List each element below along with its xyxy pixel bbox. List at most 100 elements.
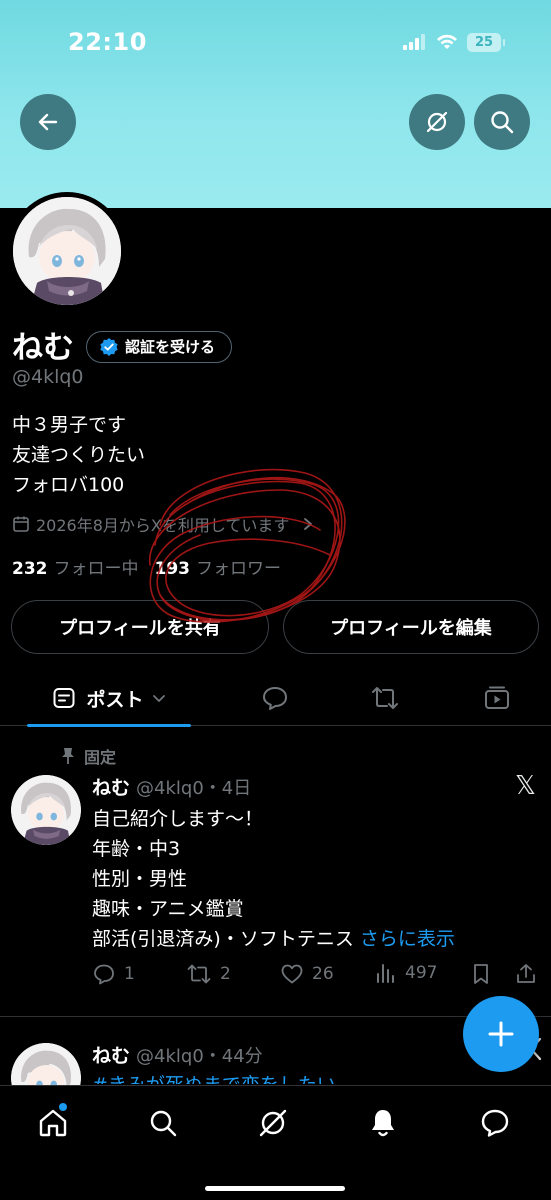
following-label: フォロー中 <box>53 559 139 579</box>
post-author-name[interactable]: ねむ <box>92 1041 130 1068</box>
repost-count: 2 <box>220 964 231 984</box>
post-line-text: 部活(引退済み)・ソフトテニス <box>92 928 354 950</box>
views-button[interactable]: 497 <box>375 962 437 984</box>
reply-count: 1 <box>124 964 135 984</box>
reply-bubble-icon <box>263 687 287 710</box>
share-button[interactable] <box>514 962 538 986</box>
posts-icon <box>53 688 75 708</box>
nav-messages[interactable] <box>475 1103 515 1143</box>
profile-bio: 中３男子です 友達つくりたい フォロバ100 <box>12 410 145 500</box>
show-more-link[interactable]: さらに表示 <box>360 928 455 950</box>
search-icon <box>491 111 514 134</box>
tab-posts[interactable]: ポスト <box>27 670 191 727</box>
following-count: 232 <box>12 559 48 579</box>
post-handle-time: @4klq0・4日 <box>136 778 252 799</box>
grok-button[interactable] <box>409 94 465 150</box>
post-hashtag[interactable]: #きみが死ぬまで恋をしたい <box>92 1070 336 1084</box>
post-handle-time: @4klq0・44分 <box>136 1046 263 1067</box>
x-logo-icon: 𝕏 <box>515 771 536 801</box>
post-header: ねむ @4klq0・44分 <box>92 1041 263 1068</box>
following-link[interactable]: 232 フォロー中 <box>12 554 139 579</box>
avatar-illustration <box>11 775 81 845</box>
avatar-illustration <box>13 197 121 305</box>
cellular-signal-icon <box>403 34 425 50</box>
bookmark-icon <box>474 964 488 984</box>
notification-dot <box>59 1103 67 1111</box>
repost-button[interactable]: 2 <box>186 962 231 986</box>
bell-icon <box>372 1110 394 1137</box>
follow-counts: 232 フォロー中 193 フォロワー <box>12 554 281 579</box>
home-icon <box>39 1109 67 1137</box>
get-verified-button[interactable]: 認証を受ける <box>86 330 233 363</box>
share-profile-button[interactable]: プロフィールを共有 <box>11 600 269 654</box>
post-line: 自己紹介します〜！ <box>92 808 264 830</box>
pinned-indicator: 固定 <box>60 744 116 768</box>
grok-icon <box>259 1109 287 1137</box>
post-author-avatar[interactable] <box>11 775 81 845</box>
post-body[interactable]: 自己紹介します〜！ 年齢・中3 性別・男性 趣味・アニメ鑑賞 部活(引退済み)・… <box>92 804 455 954</box>
repost-icon <box>187 964 211 984</box>
tab-reposts[interactable] <box>365 670 405 726</box>
get-verified-label: 認証を受ける <box>125 338 216 356</box>
edit-profile-button[interactable]: プロフィールを編集 <box>283 600 539 654</box>
verified-badge-icon <box>100 337 118 356</box>
name-row: ねむ 認証を受ける <box>12 322 233 367</box>
joined-date-row[interactable]: 2026年8月からXを利用しています <box>12 512 315 536</box>
compose-post-button[interactable] <box>463 996 539 1072</box>
profile-handle: @4klq0 <box>12 366 84 388</box>
post-line: 年齢・中3 <box>92 838 181 860</box>
grok-icon <box>426 111 448 133</box>
active-tab-indicator <box>27 724 191 727</box>
profile-actions: プロフィールを共有 プロフィールを編集 <box>11 600 539 654</box>
bottom-navigation <box>0 1085 551 1200</box>
bio-line: 中３男子です <box>12 414 127 436</box>
bookmark-button[interactable] <box>470 962 492 986</box>
post-line: 性別・男性 <box>92 868 188 890</box>
like-button[interactable]: 26 <box>280 962 334 986</box>
plus-icon <box>488 1021 514 1047</box>
heart-icon <box>281 964 303 984</box>
message-bubble-icon <box>481 1109 509 1137</box>
reply-button[interactable]: 1 <box>92 962 135 986</box>
profile-avatar[interactable] <box>8 192 126 310</box>
pin-icon <box>62 748 74 764</box>
nav-search[interactable] <box>143 1103 183 1143</box>
tab-replies[interactable] <box>255 670 295 726</box>
post-header: ねむ @4klq0・4日 <box>92 773 251 800</box>
repost-icon <box>372 687 398 709</box>
arrow-left-icon <box>38 113 58 131</box>
nav-grok[interactable] <box>253 1103 293 1143</box>
reply-icon <box>94 964 114 985</box>
views-chart-icon <box>377 964 394 983</box>
calendar-icon <box>13 516 29 532</box>
post-line: 趣味・アニメ鑑賞 <box>92 898 244 920</box>
display-name: ねむ <box>12 330 74 366</box>
chevron-down-icon <box>152 695 165 702</box>
followers-count: 193 <box>154 559 191 579</box>
nav-home[interactable] <box>33 1103 73 1143</box>
bio-line: 友達つくりたい <box>12 444 146 466</box>
pinned-label: 固定 <box>84 748 117 767</box>
home-indicator <box>205 1186 345 1191</box>
followers-link[interactable]: 193 フォロワー <box>155 554 282 579</box>
chevron-right-icon <box>304 518 313 530</box>
post-actions: 1 2 26 497 <box>92 962 544 994</box>
post-author-name[interactable]: ねむ <box>92 773 130 800</box>
battery-indicator: 25 <box>467 32 505 52</box>
media-icon <box>485 686 509 709</box>
joined-date: 2026年8月からXを利用しています <box>36 516 290 535</box>
views-count: 497 <box>405 963 438 983</box>
post-line: 部活(引退済み)・ソフトテニス さらに表示 <box>92 924 455 954</box>
back-button[interactable] <box>20 94 76 150</box>
search-icon <box>150 1110 177 1137</box>
status-icons: 25 <box>403 31 505 53</box>
search-button[interactable] <box>474 94 530 150</box>
nav-notifications[interactable] <box>363 1103 403 1143</box>
followers-label: フォロワー <box>196 559 281 579</box>
tab-media[interactable] <box>477 670 517 726</box>
profile-tabs: ポスト <box>0 670 551 727</box>
status-time: 22:10 <box>68 28 147 56</box>
tab-posts-label: ポスト <box>86 688 144 711</box>
share-icon <box>517 964 535 983</box>
bio-line: フォロバ100 <box>12 474 125 496</box>
